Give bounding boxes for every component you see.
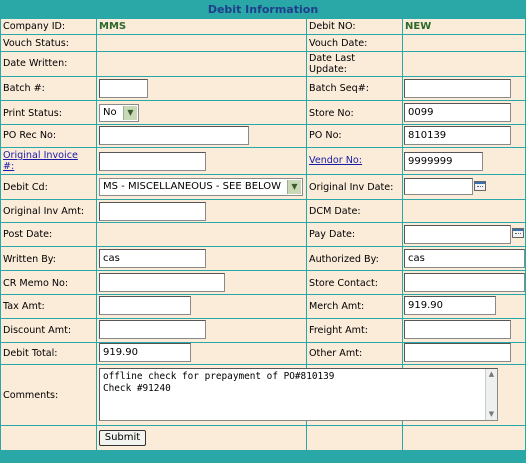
tax-amt-input[interactable] xyxy=(99,296,191,315)
chevron-down-icon[interactable]: ▼ xyxy=(123,106,137,120)
freight-amt-label: Freight Amt: xyxy=(309,325,369,336)
original-inv-amt-input[interactable] xyxy=(99,202,206,221)
grid-line xyxy=(0,100,526,101)
freight-amt-input[interactable] xyxy=(404,320,511,339)
original-inv-amt-label: Original Inv Amt: xyxy=(3,206,85,217)
pay-date-label: Pay Date: xyxy=(309,229,356,240)
original-invoice-link-2[interactable]: #: xyxy=(3,161,14,172)
debit-no-label: Debit NO: xyxy=(309,21,356,32)
grid-line xyxy=(0,318,526,319)
company-id-value: MMS xyxy=(99,21,127,32)
debit-cd-label: Debit Cd: xyxy=(3,182,48,193)
merch-amt-label: Merch Amt: xyxy=(309,301,365,312)
comments-label: Comments: xyxy=(3,390,59,401)
grid-line xyxy=(0,425,526,426)
vendor-no-input[interactable]: 9999999 xyxy=(404,152,483,171)
scroll-up-icon[interactable]: ▲ xyxy=(487,370,496,379)
comments-line: Check #91240 xyxy=(103,383,171,394)
date-last-update-label-2: Update: xyxy=(309,64,347,75)
submit-button[interactable]: Submit xyxy=(99,430,146,446)
comments-line: offline check for prepayment of PO#81013… xyxy=(103,371,335,382)
original-invoice-input[interactable] xyxy=(99,152,206,171)
cr-memo-no-label: CR Memo No: xyxy=(3,278,69,289)
discount-amt-input[interactable] xyxy=(99,320,206,339)
debit-form: Debit Information Company ID: MMS Debit … xyxy=(0,0,526,463)
debit-cd-select[interactable]: MS - MISCELLANEOUS - SEE BELOW ▼ xyxy=(99,178,303,196)
comments-textarea[interactable]: offline check for prepayment of PO#81013… xyxy=(99,368,498,421)
grid-line xyxy=(0,364,526,365)
date-last-update-label-1: Date Last xyxy=(309,53,355,64)
batch-seq-label: Batch Seq#: xyxy=(309,83,369,94)
grid-line xyxy=(0,34,526,35)
po-rec-no-label: PO Rec No: xyxy=(3,130,57,141)
original-invoice-link-1[interactable]: Original Invoice xyxy=(3,150,78,161)
pay-date-input[interactable] xyxy=(404,225,511,244)
written-by-label: Written By: xyxy=(3,254,57,265)
po-no-label: PO No: xyxy=(309,130,342,141)
cr-memo-no-input[interactable] xyxy=(99,273,225,292)
company-id-label: Company ID: xyxy=(3,21,66,32)
calendar-icon[interactable] xyxy=(512,228,524,238)
debit-cd-value: MS - MISCELLANEOUS - SEE BELOW xyxy=(103,181,281,192)
tax-amt-label: Tax Amt: xyxy=(3,301,45,312)
print-status-select[interactable]: No ▼ xyxy=(99,104,139,122)
form-title: Debit Information xyxy=(0,0,526,19)
store-contact-input[interactable] xyxy=(404,273,525,292)
store-no-label: Store No: xyxy=(309,108,354,119)
vendor-no-link[interactable]: Vendor No: xyxy=(309,155,362,166)
grid-line xyxy=(0,294,526,295)
original-inv-date-label: Original Inv Date: xyxy=(309,182,394,193)
grid-line xyxy=(0,124,526,125)
print-status-label: Print Status: xyxy=(3,108,62,119)
authorized-by-input[interactable]: cas xyxy=(404,249,525,268)
authorized-by-label: Authorized By: xyxy=(309,254,379,265)
grid-line xyxy=(0,76,526,77)
other-amt-label: Other Amt: xyxy=(309,348,363,359)
calendar-icon[interactable] xyxy=(474,181,486,191)
scroll-down-icon[interactable]: ▼ xyxy=(487,410,496,419)
po-rec-no-input[interactable] xyxy=(99,126,249,145)
debit-total-label: Debit Total: xyxy=(3,348,58,359)
batch-label: Batch #: xyxy=(3,83,45,94)
grid-line xyxy=(96,19,97,450)
chevron-down-icon[interactable]: ▼ xyxy=(287,180,301,194)
written-by-input[interactable]: cas xyxy=(99,249,206,268)
footer-bar xyxy=(0,450,526,463)
discount-amt-label: Discount Amt: xyxy=(3,325,72,336)
merch-amt-input[interactable]: 919.90 xyxy=(404,296,496,315)
date-written-label: Date Written: xyxy=(3,58,68,69)
po-no-input[interactable]: 810139 xyxy=(404,126,511,145)
batch-seq-input[interactable] xyxy=(404,79,511,98)
grid-line xyxy=(0,199,526,200)
dcm-date-label: DCM Date: xyxy=(309,206,361,217)
grid-line xyxy=(0,246,526,247)
debit-total-input[interactable]: 919.90 xyxy=(99,343,191,362)
other-amt-input[interactable] xyxy=(404,343,511,362)
store-contact-label: Store Contact: xyxy=(309,278,378,289)
grid-line xyxy=(0,270,526,271)
comments-scrollbar[interactable]: ▲ ▼ xyxy=(485,369,497,420)
grid-line xyxy=(0,147,526,148)
post-date-label: Post Date: xyxy=(3,229,53,240)
print-status-value: No xyxy=(103,107,117,118)
grid-line xyxy=(0,51,526,52)
original-inv-date-input[interactable] xyxy=(404,178,473,195)
batch-input[interactable] xyxy=(99,79,148,98)
grid-line xyxy=(0,19,1,450)
grid-line xyxy=(0,174,526,175)
vouch-date-label: Vouch Date: xyxy=(309,38,368,49)
vouch-status-label: Vouch Status: xyxy=(3,38,69,49)
grid-line xyxy=(0,222,526,223)
debit-no-value: NEW xyxy=(405,21,432,32)
store-no-input[interactable]: 0099 xyxy=(404,103,511,122)
